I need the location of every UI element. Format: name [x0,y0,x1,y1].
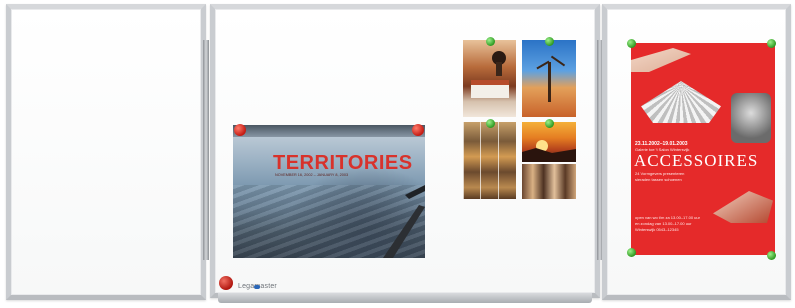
photo-sunset [522,122,576,162]
red-magnet-loose [219,276,233,290]
green-magnet [627,248,636,257]
green-magnet [486,119,495,128]
brand-logo-icon [254,285,260,289]
accessoires-poster: 23.11.2002–19.01.2003 Galerie toe 't Sal… [631,43,775,255]
green-magnet [627,39,636,48]
green-magnet [767,251,776,260]
accessoires-small2: en zondag van 13.00–17.00 uur [635,221,692,226]
handbag-image [731,93,771,143]
photo-hotel-room [463,40,516,117]
accessoires-line1: 24 Vormgevers presenteren [635,171,685,176]
accessoires-small1: open van wo t/m za 13.00–17.00 uur [635,215,700,220]
photo-people [522,164,576,199]
accessoires-line2: sieraden tassen schoenen [635,177,682,182]
left-hinge [203,40,209,260]
accessoires-small3: Winterswijk 0543–12345 [635,227,679,232]
wing-strut-image [383,185,425,258]
green-magnet [767,39,776,48]
photo-collage [463,122,516,199]
territories-poster: TERRITORIES NOVEMBER 16, 2002 – JANUARY … [233,125,425,258]
green-magnet [545,37,554,46]
left-whiteboard-wing [6,4,206,300]
fan-bag-image [641,81,721,123]
arm-image [631,48,691,72]
accessoires-title: ACCESSOIRES [634,151,759,170]
shoe-image [713,191,773,223]
photo-desert-tree [522,40,576,117]
red-magnet [234,124,246,136]
marker-tray [218,293,592,303]
red-magnet [412,124,424,136]
green-magnet [545,119,554,128]
green-magnet [486,37,495,46]
